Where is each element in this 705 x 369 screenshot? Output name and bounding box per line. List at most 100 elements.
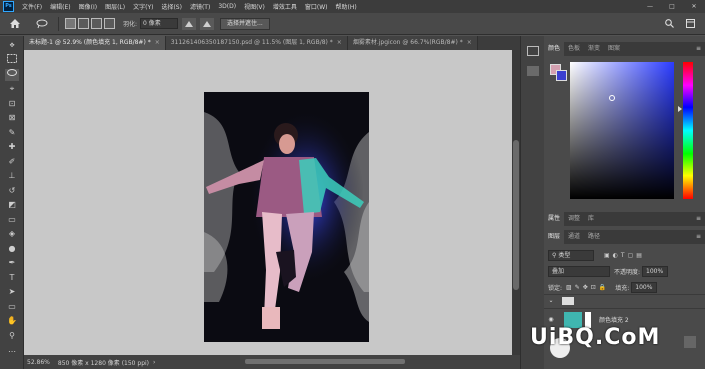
move-tool-icon[interactable]: ✥ bbox=[5, 40, 19, 52]
gradient-tool-icon[interactable]: ▭ bbox=[5, 214, 19, 226]
menu-view[interactable]: 视图(V) bbox=[240, 2, 269, 11]
menu-plugins[interactable]: 增效工具 bbox=[269, 2, 301, 11]
tab-swatches[interactable]: 色板 bbox=[564, 42, 584, 56]
clone-stamp-icon[interactable]: ⊥ bbox=[5, 170, 19, 182]
lock-icons[interactable]: ▨✎✥⊡🔒 bbox=[566, 284, 609, 291]
tab-paths[interactable]: 路径 bbox=[584, 230, 604, 244]
intersect-selection-icon[interactable] bbox=[104, 18, 115, 29]
eyedropper-icon[interactable]: ✎ bbox=[5, 127, 19, 139]
tab-document-2[interactable]: 31126140635018715​0.psd @ 11.5% (图层 1, R… bbox=[165, 36, 348, 50]
menu-3d[interactable]: 3D(D) bbox=[214, 3, 240, 10]
tab-patterns[interactable]: 图案 bbox=[604, 42, 624, 56]
panel-menu-icon[interactable]: ≡ bbox=[696, 230, 701, 244]
tab-channels[interactable]: 通道 bbox=[564, 230, 584, 244]
close-tab-icon[interactable]: × bbox=[467, 39, 472, 46]
menu-help[interactable]: 帮助(H) bbox=[332, 2, 361, 11]
antialias-icon[interactable] bbox=[182, 17, 197, 30]
layers-panel-tabs: 图层 通道 路径 ≡ bbox=[544, 230, 705, 244]
status-arrow-icon[interactable]: › bbox=[153, 359, 155, 366]
opacity-input[interactable]: 100% bbox=[642, 266, 669, 277]
brush-tool-icon[interactable]: ✐ bbox=[5, 156, 19, 168]
horizontal-scroll-thumb[interactable] bbox=[245, 359, 405, 364]
eraser-icon[interactable]: ◩ bbox=[5, 199, 19, 211]
layer-filter-select[interactable]: ⚲ 类型 bbox=[548, 250, 594, 261]
opacity-label: 不透明度: bbox=[614, 269, 641, 276]
menu-type[interactable]: 文字(Y) bbox=[129, 2, 157, 11]
close-tab-icon[interactable]: × bbox=[337, 39, 342, 46]
tab-document-1[interactable]: 未标题-1 @ 52.9% (颜色填充 1, RGB/8#) * × bbox=[24, 36, 166, 50]
menu-bar: Ps 文件(F) 编辑(E) 图像(I) 图层(L) 文字(Y) 选择(S) 滤… bbox=[0, 0, 705, 13]
pen-tool-icon[interactable]: ✒ bbox=[5, 257, 19, 269]
hue-slider-handle-icon[interactable] bbox=[678, 106, 682, 112]
healing-brush-icon[interactable]: ✚ bbox=[5, 141, 19, 153]
visibility-icon[interactable]: ⌄ bbox=[544, 297, 558, 304]
rectangle-tool-icon[interactable]: ▭ bbox=[5, 301, 19, 313]
subtract-selection-icon[interactable] bbox=[91, 18, 102, 29]
layer-row[interactable]: ⌄ bbox=[544, 294, 705, 306]
menu-layer[interactable]: 图层(L) bbox=[101, 2, 129, 11]
lasso-tool-preset-icon[interactable] bbox=[32, 17, 52, 31]
ratio-icon[interactable] bbox=[200, 17, 215, 30]
menu-edit[interactable]: 编辑(E) bbox=[46, 2, 74, 11]
dodge-tool-icon[interactable]: ● bbox=[5, 243, 19, 255]
menu-file[interactable]: 文件(F) bbox=[18, 2, 46, 11]
color-picker-field[interactable] bbox=[570, 62, 674, 199]
type-tool-icon[interactable]: T bbox=[5, 272, 19, 284]
menu-select[interactable]: 选择(S) bbox=[157, 2, 186, 11]
menu-window[interactable]: 窗口(W) bbox=[301, 2, 332, 11]
vertical-scroll-thumb[interactable] bbox=[513, 140, 519, 290]
comments-panel-icon[interactable] bbox=[527, 66, 539, 76]
collapsed-panel-column bbox=[520, 36, 544, 369]
path-select-icon[interactable]: ➤ bbox=[5, 286, 19, 298]
tab-color[interactable]: 颜色 bbox=[544, 42, 565, 56]
close-window-button[interactable]: ✕ bbox=[684, 0, 704, 13]
tab-properties[interactable]: 属性 bbox=[544, 212, 565, 226]
color-picker-cursor[interactable] bbox=[609, 95, 615, 101]
feather-input[interactable]: 0 像素 bbox=[140, 18, 179, 29]
tab-gradients[interactable]: 渐变 bbox=[584, 42, 604, 56]
tab-layers[interactable]: 图层 bbox=[544, 230, 565, 244]
panel-menu-icon[interactable]: ≡ bbox=[696, 42, 701, 56]
tab-adjustments[interactable]: 调整 bbox=[564, 212, 584, 226]
more-tools-icon[interactable]: ⋯ bbox=[5, 346, 19, 358]
photoshop-window: Ps 文件(F) 编辑(E) 图像(I) 图层(L) 文字(Y) 选择(S) 滤… bbox=[0, 0, 705, 369]
search-icon[interactable] bbox=[663, 17, 675, 31]
hand-tool-icon[interactable]: ✋ bbox=[5, 315, 19, 327]
tab-libraries[interactable]: 库 bbox=[584, 212, 598, 226]
workspace-icon[interactable] bbox=[684, 17, 696, 31]
new-selection-icon[interactable] bbox=[65, 18, 76, 29]
layer-name[interactable]: 颜色填充 2 bbox=[599, 315, 629, 324]
marquee-tool-icon[interactable] bbox=[5, 54, 19, 66]
panel-menu-icon[interactable]: ≡ bbox=[696, 212, 701, 226]
fill-label: 填充: bbox=[615, 285, 630, 292]
home-icon[interactable] bbox=[6, 17, 24, 31]
minimize-button[interactable]: — bbox=[640, 0, 660, 13]
add-to-selection-icon[interactable] bbox=[78, 18, 89, 29]
eye-icon[interactable]: ◉ bbox=[544, 316, 558, 323]
history-panel-icon[interactable] bbox=[527, 46, 539, 56]
trash-icon[interactable] bbox=[684, 336, 696, 348]
lasso-tool-icon[interactable] bbox=[5, 69, 19, 81]
right-panels: 颜色 色板 渐变 图案 ≡ 属性 调整 库 ≡ 图层 通道 路径 ≡ ⚲ 类型 … bbox=[544, 36, 705, 369]
menu-filter[interactable]: 滤镜(T) bbox=[186, 2, 214, 11]
blur-tool-icon[interactable]: ◈ bbox=[5, 228, 19, 240]
zoom-tool-icon[interactable]: ⚲ bbox=[5, 330, 19, 342]
history-brush-icon[interactable]: ↺ bbox=[5, 185, 19, 197]
layer-filter-icons[interactable]: ▣◐T▢▤ bbox=[604, 252, 645, 259]
select-and-mask-button[interactable]: 选择并遮住... bbox=[220, 17, 270, 30]
menu-image[interactable]: 图像(I) bbox=[75, 2, 101, 11]
fill-input[interactable]: 100% bbox=[631, 282, 658, 293]
crop-tool-icon[interactable]: ⊡ bbox=[5, 98, 19, 110]
frame-tool-icon[interactable]: ⊠ bbox=[5, 112, 19, 124]
tools-panel: ✥ ⌖ ⊡ ⊠ ✎ ✚ ✐ ⊥ ↺ ◩ ▭ ◈ ● ✒ T ➤ ▭ ✋ ⚲ ⋯ bbox=[0, 36, 24, 369]
close-tab-icon[interactable]: × bbox=[155, 39, 160, 46]
background-color-swatch[interactable] bbox=[556, 70, 567, 81]
blend-mode-select[interactable]: 叠加 bbox=[548, 266, 610, 277]
quick-select-icon[interactable]: ⌖ bbox=[5, 83, 19, 95]
tab-document-3[interactable]: 烟雾素材.jpgicon @ 66.7%(RGB/8#) * × bbox=[347, 36, 478, 50]
maximize-button[interactable]: □ bbox=[662, 0, 682, 13]
zoom-level[interactable]: 52.86% bbox=[27, 359, 50, 366]
document-canvas-image[interactable] bbox=[204, 92, 369, 342]
hue-slider[interactable] bbox=[683, 62, 693, 199]
lock-label: 锁定: bbox=[548, 285, 563, 292]
